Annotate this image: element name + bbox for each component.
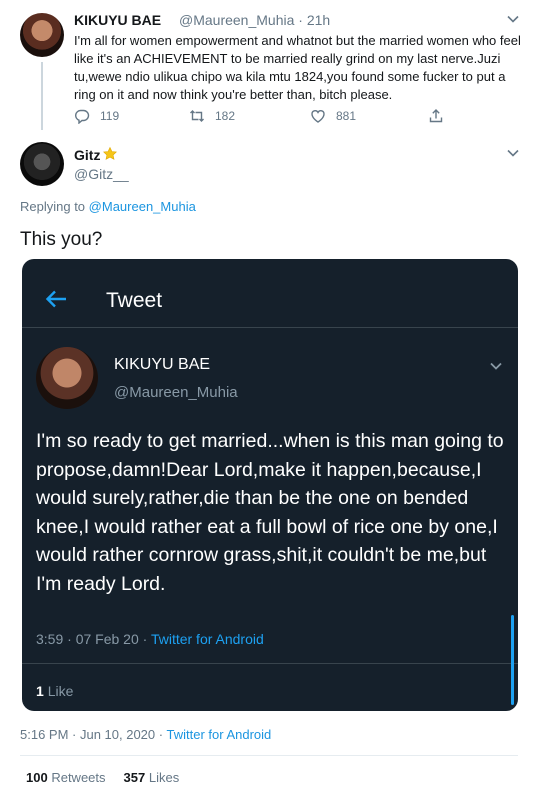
divider: [22, 327, 518, 328]
like-stats: 1 Like: [36, 683, 73, 699]
author-name: KIKUYU BAE: [114, 356, 211, 373]
tweet-time[interactable]: · 21h: [298, 12, 330, 28]
avatar[interactable]: [20, 142, 64, 186]
author-handle: @Maureen_Muhia: [114, 384, 238, 401]
reply-count: 119: [100, 109, 120, 123]
heart-icon: [311, 110, 325, 123]
author-handle[interactable]: @Maureen_Muhia: [179, 12, 294, 28]
tweet-meta: 5:16 PM · Jun 10, 2020 · Twitter for And…: [20, 727, 271, 742]
author-handle[interactable]: @Gitz__: [74, 166, 129, 182]
like-label: Like: [47, 683, 74, 699]
chevron-down-icon[interactable]: [506, 146, 520, 160]
author-name[interactable]: Gitz: [74, 147, 100, 163]
timestamp[interactable]: 5:16 PM · Jun 10, 2020 ·: [20, 727, 163, 742]
tweet-actions: 119 182 881: [74, 107, 454, 125]
reply-action[interactable]: 119: [74, 107, 119, 125]
like-count: 1: [36, 683, 44, 699]
likes-stat[interactable]: 357 Likes: [124, 770, 180, 785]
timestamp: 3:59 · 07 Feb 20 ·: [36, 631, 148, 647]
tweet-text: I'm all for women empowerment and whatno…: [74, 33, 521, 102]
replying-to: Replying to @Maureen_Muhia: [20, 199, 196, 214]
replying-to-prefix: Replying to: [20, 199, 86, 214]
retweet-label: Retweets: [51, 770, 106, 785]
author-handle-time[interactable]: @Maureen_Muhia · 21h: [179, 12, 330, 28]
like-count: 357: [123, 770, 146, 785]
thread-line: [41, 62, 43, 130]
tweet-text: I'm so ready to get married...when is th…: [36, 430, 504, 595]
avatar: [36, 347, 98, 409]
parent-tweet[interactable]: KIKUYU BAE @Maureen_Muhia · 21h I'm all …: [0, 0, 538, 138]
retweet-count: 182: [215, 109, 236, 123]
tweet-source: Twitter for Android: [150, 631, 264, 647]
star-emoji-icon: [103, 146, 117, 160]
chevron-down-icon[interactable]: [506, 12, 520, 26]
attached-screenshot[interactable]: Tweet KIKUYU BAE @Maureen_Muhia I'm so r…: [22, 259, 518, 711]
reply-icon: [75, 109, 90, 124]
tweet-source[interactable]: Twitter for Android: [166, 727, 271, 742]
author-name[interactable]: KIKUYU BAE: [74, 12, 161, 28]
retweet-icon: [190, 110, 204, 122]
like-action[interactable]: 881: [310, 107, 356, 125]
tweet-text: This you?: [20, 229, 103, 250]
retweets-stat[interactable]: 100 Retweets: [26, 770, 106, 785]
avatar[interactable]: [20, 13, 64, 57]
replying-to-mention[interactable]: @Maureen_Muhia: [89, 199, 196, 214]
share-icon: [429, 109, 443, 123]
tweet-meta: 3:59 · 07 Feb 20 · Twitter for Android: [36, 631, 264, 647]
divider: [22, 663, 518, 664]
chevron-down-icon: [490, 362, 502, 370]
like-count: 881: [336, 109, 357, 123]
scrollbar: [511, 615, 514, 705]
tweet-stats: 100 Retweets 357 Likes: [26, 770, 179, 785]
back-arrow-icon: [45, 290, 66, 308]
like-label: Likes: [148, 770, 180, 785]
retweet-count: 100: [26, 770, 48, 785]
screen-title: Tweet: [106, 289, 163, 312]
retweet-action[interactable]: 182: [189, 107, 235, 125]
share-action[interactable]: [428, 107, 454, 125]
divider: [20, 755, 518, 756]
